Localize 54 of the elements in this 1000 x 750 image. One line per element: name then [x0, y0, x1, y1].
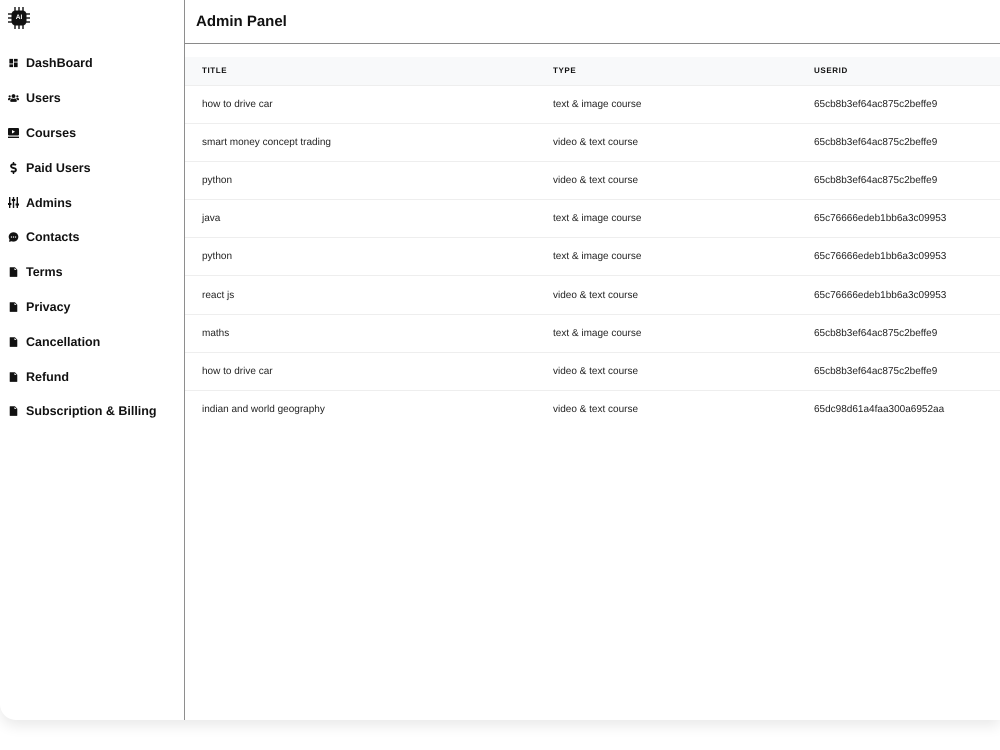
- sidebar-item[interactable]: Terms: [0, 254, 69, 290]
- table-cell: smart money concept trading: [185, 123, 536, 162]
- table-cell: video & text course: [536, 352, 797, 390]
- page-title: Admin Panel: [196, 13, 287, 30]
- dollar-icon: [8, 162, 19, 174]
- table-cell: python: [185, 238, 536, 276]
- column-header: USERID: [797, 57, 1000, 85]
- table-cell: 65cb8b3ef64ac875c2beffe9: [797, 85, 1000, 124]
- table-cell: text & image course: [536, 85, 797, 124]
- sidebar-item[interactable]: Privacy: [0, 290, 76, 324]
- table-cell: java: [185, 200, 536, 238]
- document-icon: [8, 266, 19, 278]
- video-screen-icon: [8, 128, 19, 138]
- table-cell: indian and world geography: [185, 390, 536, 429]
- table-cell: text & image course: [536, 238, 797, 276]
- table-cell: video & text course: [536, 161, 797, 200]
- table-cell: text & image course: [536, 314, 797, 352]
- sidebar-item[interactable]: Contacts: [0, 220, 86, 255]
- table-cell: video & text course: [536, 390, 797, 429]
- table-cell: 65cb8b3ef64ac875c2beffe9: [797, 314, 1000, 352]
- document-icon: [8, 370, 19, 383]
- column-header: TITLE: [185, 57, 536, 85]
- table-cell: 65cb8b3ef64ac875c2beffe9: [797, 161, 1000, 200]
- table-cell: video & text course: [536, 123, 797, 162]
- column-header: TYPE: [536, 57, 797, 85]
- sidebar-item[interactable]: Paid Users: [0, 150, 97, 186]
- document-icon: [8, 405, 19, 418]
- table-cell: python: [185, 161, 536, 200]
- chip-icon: [8, 7, 30, 29]
- table-cell: 65c76666edeb1bb6a3c09953: [797, 276, 1000, 314]
- table-cell: video & text course: [536, 276, 797, 314]
- table-cell: 65c76666edeb1bb6a3c09953: [797, 238, 1000, 276]
- dashboard-icon: [8, 57, 19, 70]
- chat-bubble-icon: [8, 231, 19, 244]
- document-icon: [8, 336, 19, 348]
- sliders-icon: [8, 197, 19, 208]
- sidebar-item[interactable]: Courses: [0, 116, 82, 150]
- sidebar-item[interactable]: Subscription & Billing: [0, 394, 163, 429]
- table-cell: text & image course: [536, 200, 797, 238]
- sidebar-item[interactable]: DashBoard: [0, 46, 99, 81]
- table-cell: maths: [185, 314, 536, 352]
- table-cell: how to drive car: [185, 85, 536, 124]
- table-cell: 65cb8b3ef64ac875c2beffe9: [797, 123, 1000, 162]
- table-cell: 65cb8b3ef64ac875c2beffe9: [797, 352, 1000, 390]
- sidebar-item[interactable]: Admins: [0, 185, 78, 220]
- sidebar-item[interactable]: Users: [0, 80, 67, 116]
- sidebar-item[interactable]: Refund: [0, 359, 76, 394]
- table-cell: 65c76666edeb1bb6a3c09953: [797, 200, 1000, 238]
- sidebar-item[interactable]: Cancellation: [0, 324, 106, 360]
- document-icon: [8, 300, 19, 313]
- table-cell: 65dc98d61a4faa300a6952aa: [797, 390, 1000, 429]
- users-icon: [8, 92, 19, 104]
- table-cell: react js: [185, 276, 536, 314]
- table-cell: how to drive car: [185, 352, 536, 390]
